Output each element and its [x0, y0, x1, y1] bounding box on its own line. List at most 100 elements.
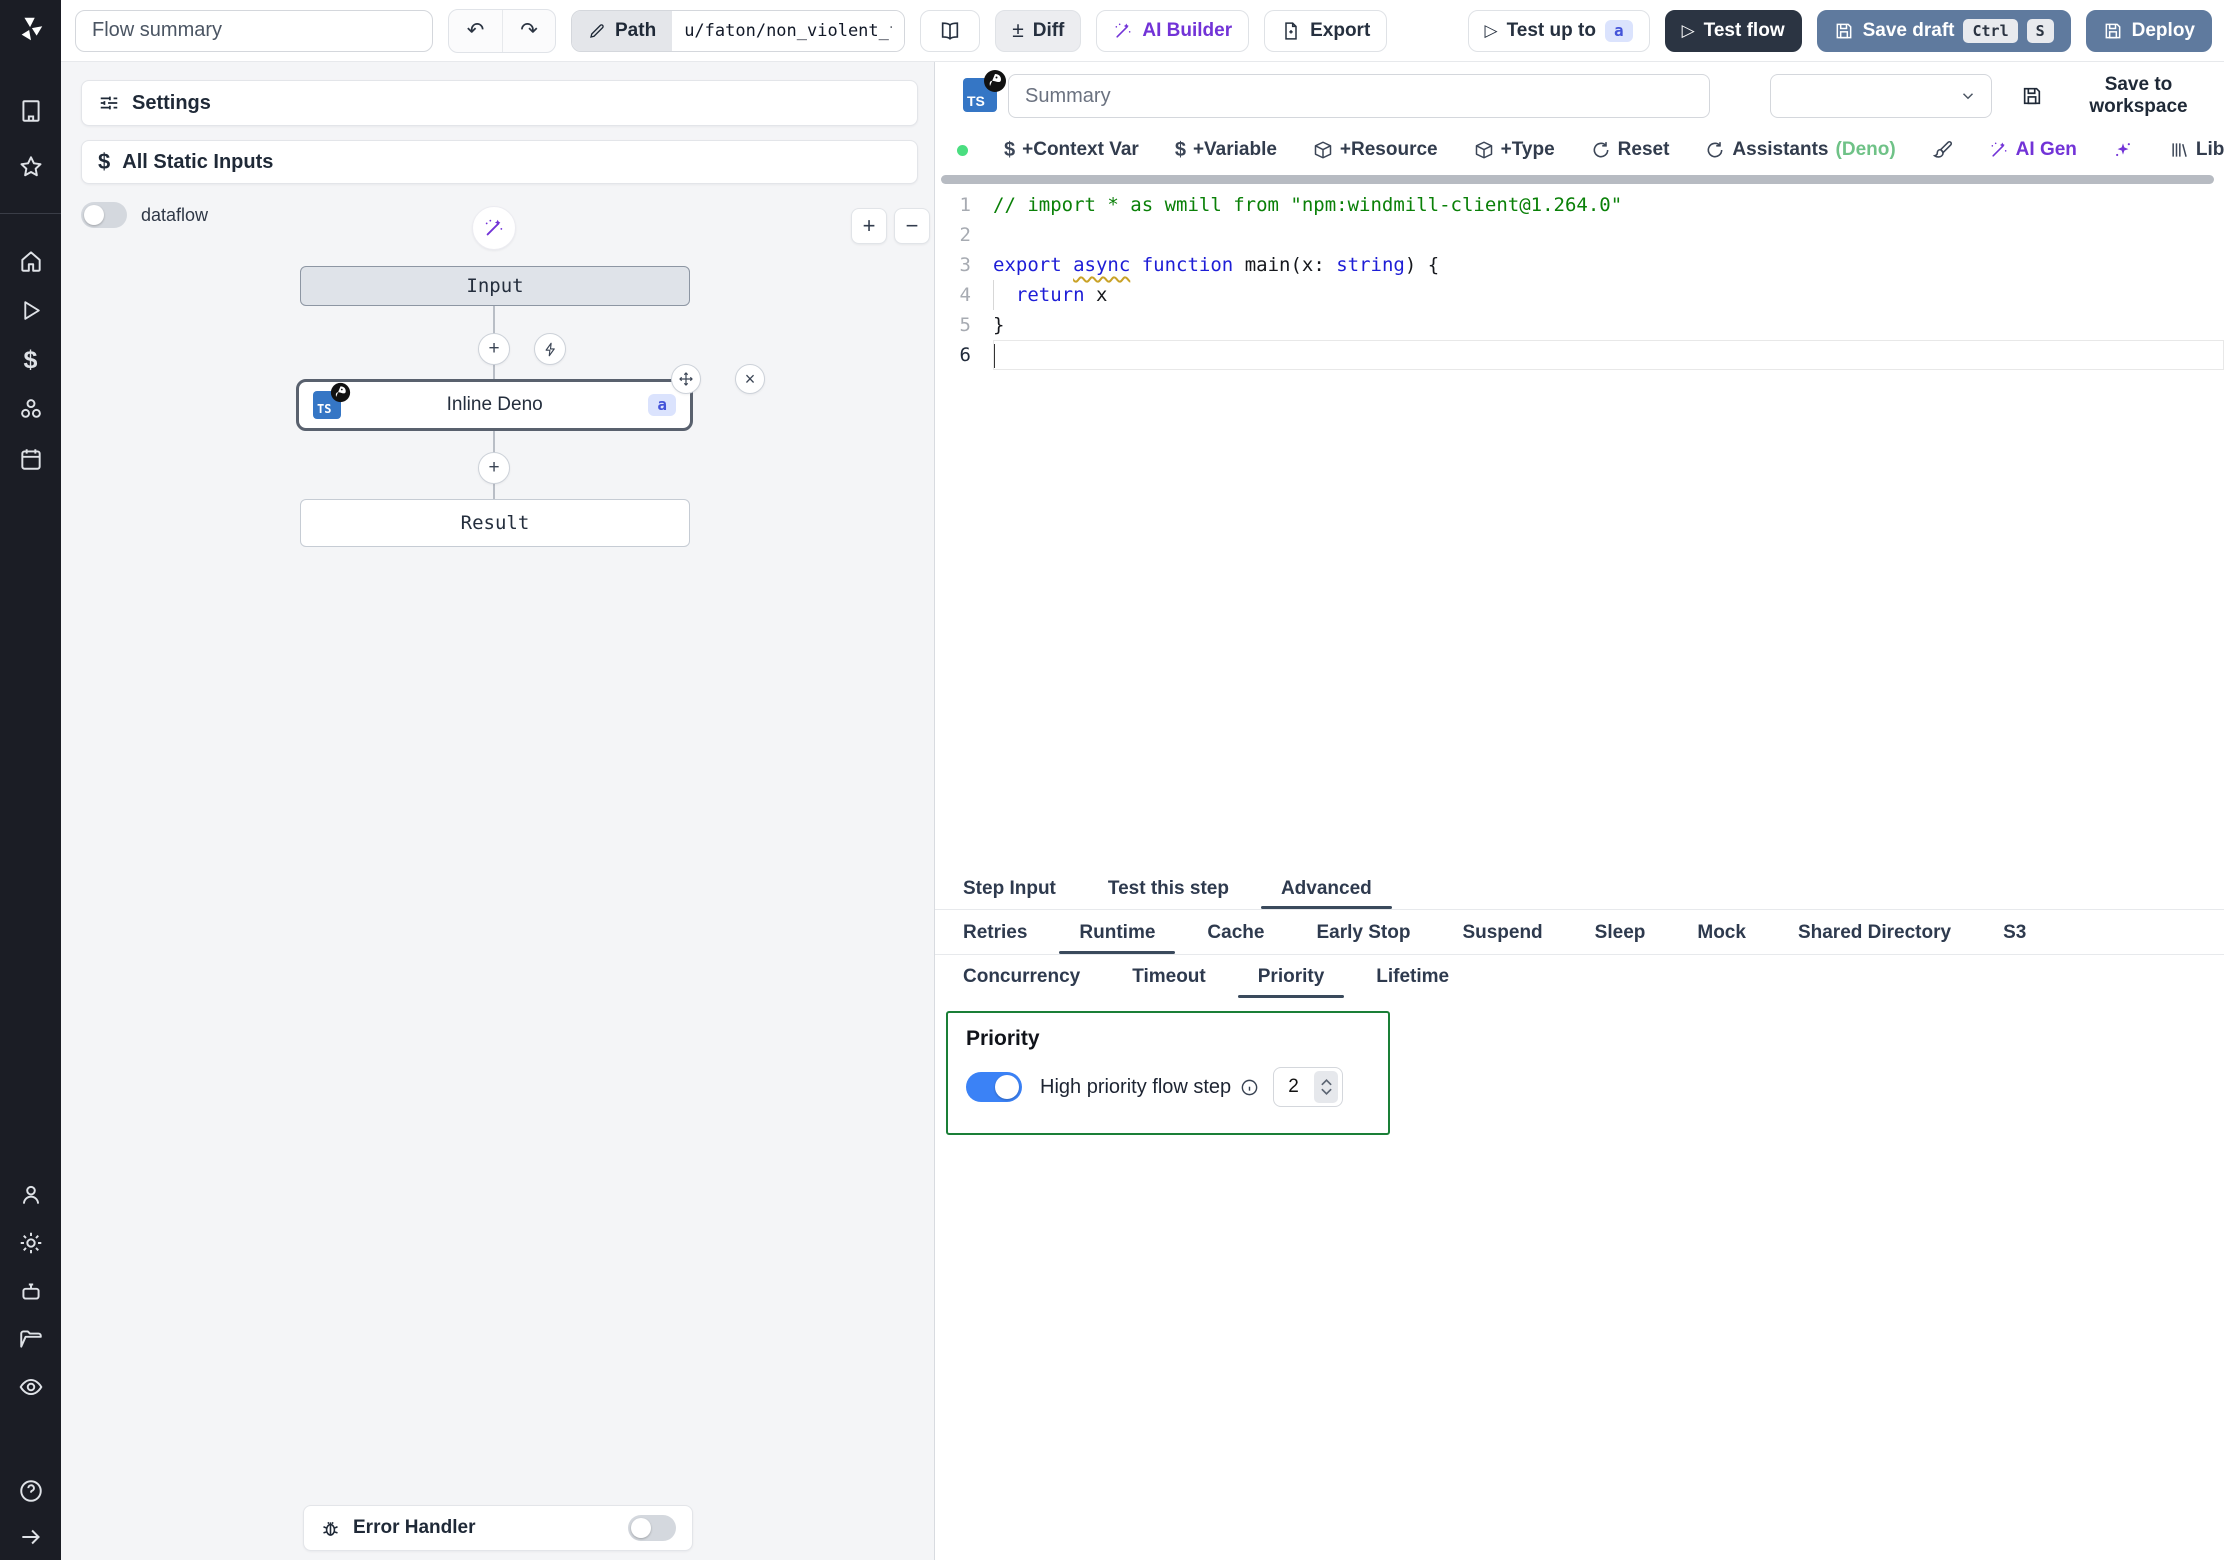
editor-horizontal-scrollbar[interactable] — [941, 175, 2214, 184]
graph-ai-wand-button[interactable] — [472, 206, 516, 250]
add-variable-button[interactable]: $ +Variable — [1175, 139, 1277, 162]
tab-early-stop[interactable]: Early Stop — [1312, 911, 1414, 954]
zoom-out-button[interactable]: − — [894, 208, 930, 244]
all-static-inputs-button[interactable]: $ All Static Inputs — [81, 140, 918, 184]
ts-label: TS — [317, 402, 331, 416]
priority-title: Priority — [966, 1027, 1370, 1051]
info-icon[interactable] — [1240, 1078, 1259, 1097]
sidebar-nav-runs[interactable] — [0, 298, 61, 323]
reload-icon — [1705, 140, 1725, 160]
tab-priority[interactable]: Priority — [1254, 956, 1329, 998]
tab-sleep[interactable]: Sleep — [1591, 911, 1650, 954]
undo-button[interactable]: ↶ — [449, 10, 502, 52]
ai-builder-button[interactable]: AI Builder — [1096, 10, 1249, 52]
graph-node-result[interactable]: Result — [300, 499, 690, 547]
sidebar-nav-workers[interactable] — [0, 1278, 61, 1304]
deploy-button[interactable]: Deploy — [2086, 10, 2212, 52]
sidebar-nav-user[interactable] — [0, 1182, 61, 1208]
runtime-tabs: Concurrency Timeout Priority Lifetime — [935, 956, 2224, 998]
path-input[interactable] — [672, 11, 904, 51]
path-button[interactable]: Path — [572, 11, 672, 51]
add-variable-label: +Variable — [1193, 139, 1277, 161]
edge-step-to-plus — [493, 431, 495, 453]
sidebar-nav-workspace[interactable] — [0, 98, 61, 124]
add-step-button[interactable]: + — [478, 333, 510, 365]
assistants-button[interactable]: Assistants (Deno) — [1705, 139, 1895, 161]
sparkle-icon — [2113, 140, 2133, 160]
windmill-logo-icon[interactable] — [0, 14, 61, 44]
sidebar-nav-schedules[interactable] — [0, 446, 61, 472]
reset-button[interactable]: Reset — [1591, 139, 1670, 161]
diff-button[interactable]: ± Diff — [995, 10, 1081, 52]
redo-button[interactable]: ↷ — [502, 10, 555, 52]
tab-mock[interactable]: Mock — [1693, 911, 1750, 954]
test-up-to-button[interactable]: ▷ Test up to a — [1468, 10, 1650, 52]
tab-test-this-step[interactable]: Test this step — [1104, 868, 1233, 909]
high-priority-toggle[interactable] — [966, 1072, 1022, 1102]
format-button[interactable] — [1932, 140, 1953, 161]
tab-concurrency[interactable]: Concurrency — [959, 956, 1084, 998]
sidebar-expand-arrow-icon[interactable] — [0, 1524, 61, 1550]
sidebar-nav-audit[interactable] — [0, 1374, 61, 1400]
priority-number-input-wrap — [1273, 1067, 1343, 1107]
assistants-label: Assistants — [1732, 139, 1828, 161]
graph-node-input[interactable]: Input — [300, 266, 690, 306]
trigger-bolt-button[interactable] — [534, 333, 566, 365]
tab-suspend[interactable]: Suspend — [1458, 911, 1546, 954]
sidebar-nav-resources[interactable] — [0, 396, 61, 422]
line-content: // import * as wmill from "npm:windmill-… — [993, 190, 2224, 220]
reset-label: Reset — [1618, 139, 1670, 161]
delete-step-button[interactable]: × — [735, 364, 765, 394]
sidebar-nav-settings[interactable] — [0, 1230, 61, 1256]
tab-cache[interactable]: Cache — [1203, 911, 1268, 954]
line-content: } — [993, 310, 2224, 340]
paintbrush-icon — [1932, 140, 1953, 161]
number-stepper[interactable] — [1314, 1071, 1338, 1103]
step-summary-input[interactable] — [1008, 74, 1710, 118]
flow-summary-input[interactable] — [75, 10, 433, 52]
move-step-button[interactable] — [671, 364, 701, 394]
step-tabs: Step Input Test this step Advanced — [935, 868, 2224, 910]
sidebar-help-button[interactable] — [0, 1478, 61, 1504]
code-editor[interactable]: 1// import * as wmill from "npm:windmill… — [935, 190, 2224, 868]
zoom-in-button[interactable]: + — [851, 208, 887, 244]
add-context-var-button[interactable]: $ +Context Var — [1004, 139, 1139, 162]
flow-settings-button[interactable]: Settings — [81, 80, 918, 126]
tab-s3[interactable]: S3 — [1999, 911, 2030, 954]
sidebar-nav-variables[interactable]: $ — [0, 346, 61, 375]
tab-shared-directory[interactable]: Shared Directory — [1794, 911, 1955, 954]
text-cursor — [993, 344, 995, 368]
sidebar-nav-folders[interactable] — [0, 1326, 61, 1352]
dataflow-toggle[interactable] — [81, 202, 127, 228]
line-number: 4 — [935, 280, 993, 310]
graph-node-inline-deno[interactable]: TS Inline Deno a — [296, 379, 693, 431]
tab-step-input[interactable]: Step Input — [959, 868, 1060, 909]
add-type-button[interactable]: +Type — [1474, 139, 1555, 161]
magic-wand-icon — [1989, 140, 2009, 160]
tab-advanced[interactable]: Advanced — [1277, 868, 1376, 909]
tab-timeout[interactable]: Timeout — [1128, 956, 1210, 998]
add-resource-button[interactable]: +Resource — [1313, 139, 1438, 161]
tab-retries[interactable]: Retries — [959, 911, 1031, 954]
library-button[interactable]: Library — [2169, 139, 2224, 161]
ai-gen-button[interactable]: AI Gen — [1989, 139, 2077, 161]
tab-lifetime[interactable]: Lifetime — [1372, 956, 1453, 998]
box-icon — [1474, 140, 1494, 160]
error-handler-toggle[interactable] — [628, 1515, 676, 1541]
assistants-deno-suffix: (Deno) — [1836, 139, 1896, 161]
save-draft-button[interactable]: Save draft Ctrl S — [1817, 10, 2071, 52]
tab-runtime[interactable]: Runtime — [1075, 911, 1159, 954]
add-step-button[interactable]: + — [478, 452, 510, 484]
sidebar-nav-home[interactable] — [0, 248, 61, 274]
error-handler-card[interactable]: Error Handler — [303, 1505, 693, 1551]
priority-number-input[interactable] — [1288, 1076, 1314, 1098]
sidebar-nav-favorites[interactable] — [0, 154, 61, 180]
save-to-workspace-button[interactable]: Save to workspace — [2021, 74, 2224, 118]
test-flow-button[interactable]: ▷ Test flow — [1665, 10, 1802, 52]
docs-button[interactable] — [920, 10, 980, 52]
workspace-script-select[interactable] — [1770, 74, 1992, 118]
step-editor-panel: TS Save to workspace $ +Context Var $ +V… — [935, 62, 2224, 1560]
ai-sparkle-button[interactable] — [2113, 140, 2133, 160]
test-up-to-label: Test up to — [1507, 20, 1596, 42]
export-button[interactable]: Export — [1264, 10, 1387, 52]
